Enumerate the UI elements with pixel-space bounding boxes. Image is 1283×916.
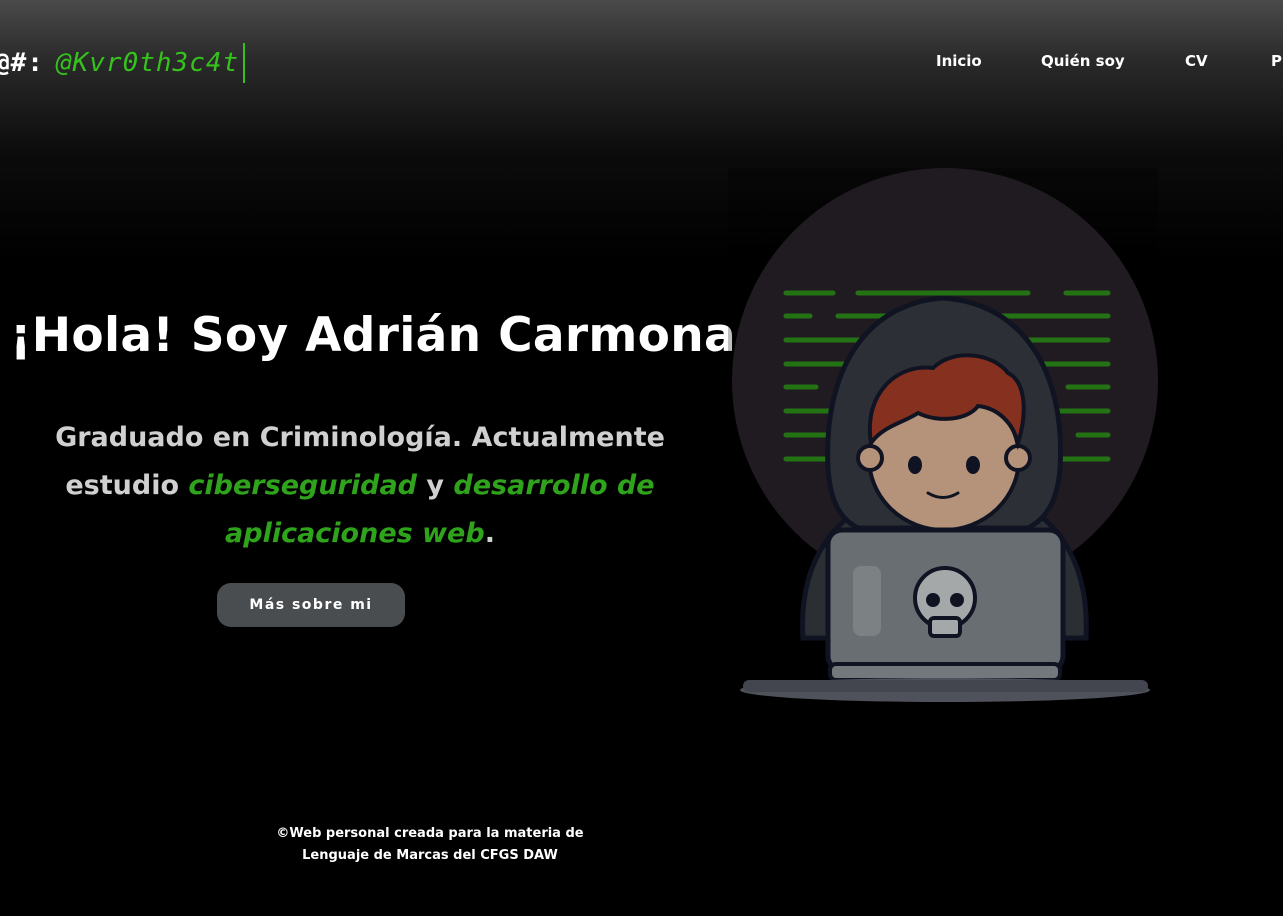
- footer-line-2: Lenguaje de Marcas del CFGS DAW: [302, 848, 558, 863]
- typing-cursor: [243, 43, 246, 83]
- more-about-me-button[interactable]: Más sobre mi: [217, 583, 405, 627]
- hero-title: ¡Hola! Soy Adrián Carmona: [10, 308, 736, 363]
- nav-link-cv[interactable]: CV: [1185, 52, 1208, 70]
- hooded-hacker-laptop-skull-icon: [728, 168, 1158, 718]
- site-header: @#: @Kvr0th3c4t Inicio Quién soy CV P: [0, 0, 1283, 130]
- hero-description: Graduado en Criminología. Actualmente es…: [10, 414, 710, 558]
- hero-desc-highlight-cybersecurity: ciberseguridad: [188, 470, 417, 501]
- nav-link-cut-off[interactable]: P: [1271, 52, 1282, 70]
- site-logo[interactable]: @#: @Kvr0th3c4t: [0, 42, 246, 84]
- footer-line-1: ©Web personal creada para la materia de: [276, 826, 584, 841]
- site-footer: ©Web personal creada para la materia de …: [230, 823, 630, 867]
- hero-desc-text-2: y: [417, 470, 454, 501]
- logo-prompt: @#:: [0, 48, 44, 78]
- hero-desc-text-3: .: [484, 518, 495, 549]
- logo-handle: @Kvr0th3c4t: [55, 48, 240, 78]
- page: @#: @Kvr0th3c4t Inicio Quién soy CV P ¡H…: [0, 0, 1283, 916]
- nav-link-inicio[interactable]: Inicio: [936, 52, 982, 70]
- nav-link-quien-soy[interactable]: Quién soy: [1041, 52, 1125, 70]
